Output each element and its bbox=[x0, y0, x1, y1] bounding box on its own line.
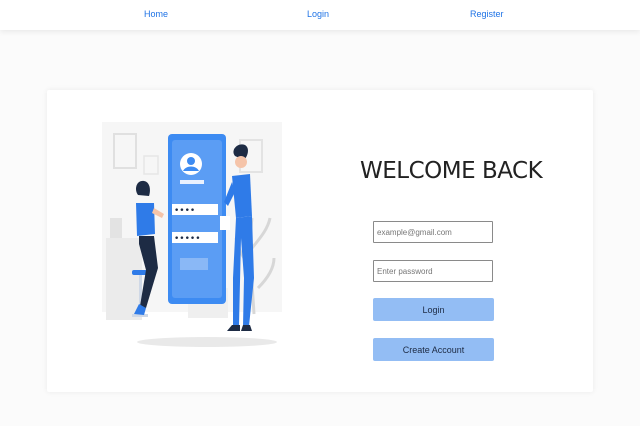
password-dots-top: •••• bbox=[174, 206, 195, 216]
vase bbox=[110, 218, 122, 238]
login-illustration: •••• ••••• bbox=[102, 122, 282, 347]
nav-link-home[interactable]: Home bbox=[144, 9, 168, 19]
password-input[interactable] bbox=[373, 260, 493, 282]
create-account-button[interactable]: Create Account bbox=[373, 338, 494, 361]
login-card: •••• ••••• WELCOME BACK Login bbox=[47, 90, 593, 392]
nav-link-register[interactable]: Register bbox=[470, 9, 504, 19]
woman-shirt bbox=[136, 203, 155, 236]
profile-name-bar bbox=[180, 180, 204, 184]
nav-link-login[interactable]: Login bbox=[307, 9, 329, 19]
top-nav: Home Login Register bbox=[0, 0, 640, 30]
phone-button bbox=[180, 258, 208, 270]
page-title: WELCOME BACK bbox=[360, 158, 543, 184]
phone-tab bbox=[220, 216, 230, 230]
password-dots-bottom: ••••• bbox=[174, 234, 201, 244]
man-face bbox=[235, 156, 247, 168]
floor-shadow bbox=[137, 337, 277, 347]
login-button[interactable]: Login bbox=[373, 298, 494, 321]
man-shoes bbox=[241, 325, 252, 331]
email-input[interactable] bbox=[373, 221, 493, 243]
cabinet bbox=[106, 238, 142, 320]
